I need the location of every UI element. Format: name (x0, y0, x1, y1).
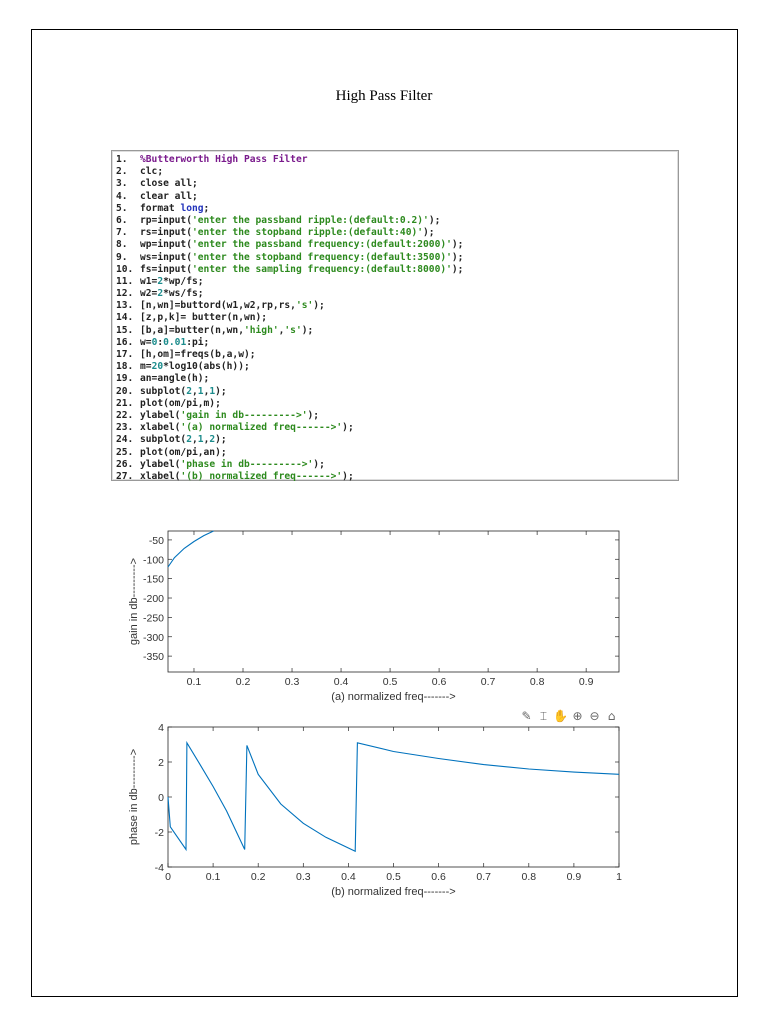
x-axis-label: (b) normalized freq-------> (331, 886, 455, 898)
y-tick-label: 2 (158, 757, 164, 769)
axes-box (167, 726, 620, 868)
x-axis-label: (a) normalized freq-------> (331, 691, 455, 703)
x-tick-label: 0 (165, 871, 171, 883)
y-tick-label: -200 (143, 593, 164, 605)
x-tick-label: 0.3 (296, 871, 311, 883)
figure-toolbar: ✎ ⌶ ✋ ⊕ ⊖ ⌂ (519, 709, 619, 724)
x-tick-label: 0.2 (251, 871, 266, 883)
x-tick-label: 0.6 (432, 676, 447, 688)
y-tick-label: 4 (158, 722, 164, 734)
x-tick-label: 0.6 (431, 871, 446, 883)
x-tick-label: 0.8 (530, 676, 545, 688)
home-icon[interactable]: ⌂ (604, 709, 619, 724)
x-tick-label: 0.7 (476, 871, 491, 883)
x-tick-label: 0.4 (334, 676, 349, 688)
x-tick-label: 0.5 (383, 676, 398, 688)
y-tick-label: -4 (155, 862, 164, 874)
y-axis-label: gain in db---------> (128, 558, 140, 645)
y-tick-label: -50 (149, 535, 164, 547)
pan-icon[interactable]: ✋ (553, 709, 568, 724)
x-tick-label: 0.5 (386, 871, 401, 883)
y-tick-label: -100 (143, 554, 164, 566)
y-tick-label: -250 (143, 612, 164, 624)
axes-box (167, 530, 620, 673)
y-tick-label: -2 (155, 827, 164, 839)
y-axis-label: phase in db---------> (128, 749, 140, 845)
x-tick-label: 0.2 (236, 676, 251, 688)
x-tick-label: 0.7 (481, 676, 496, 688)
x-tick-label: 0.8 (521, 871, 536, 883)
x-tick-label: 0.1 (187, 676, 202, 688)
y-tick-label: -150 (143, 574, 164, 586)
x-tick-label: 0.4 (341, 871, 356, 883)
zoom-out-icon[interactable]: ⊖ (587, 709, 602, 724)
y-tick-label: -350 (143, 651, 164, 663)
zoom-in-icon[interactable]: ⊕ (570, 709, 585, 724)
x-tick-label: 1 (616, 871, 622, 883)
brush-icon[interactable]: ✎ (519, 709, 534, 724)
x-tick-label: 0.1 (206, 871, 221, 883)
data-cursor-icon[interactable]: ⌶ (536, 709, 551, 724)
figure: 0.1 0.2 0.3 0.4 0.5 0.6 0.7 0.8 0.9 -50 -100 -150 -2… (128, 530, 622, 898)
y-tick-label: -300 (143, 632, 164, 644)
x-tick-label: 0.3 (285, 676, 300, 688)
y-tick-label: 0 (158, 792, 164, 804)
x-tick-label: 0.9 (567, 871, 582, 883)
x-tick-label: 0.9 (579, 676, 594, 688)
